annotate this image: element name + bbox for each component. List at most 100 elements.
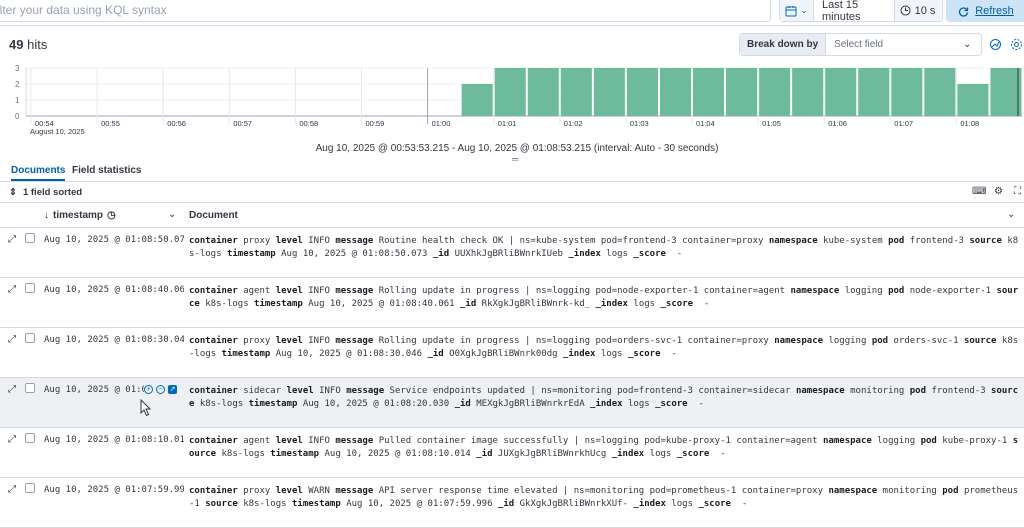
- x-tick-label: 00:59: [366, 119, 385, 128]
- field-key-container: container: [189, 236, 238, 246]
- table-row[interactable]: ⤢ Aug 10, 2025 @ 01:08:40.061 container …: [0, 278, 1024, 328]
- tab-field-statistics[interactable]: Field statistics: [72, 165, 141, 176]
- field-value-message: Rolling update in progress | ns=logging …: [378, 286, 786, 296]
- date-picker[interactable]: ⌄ Last 15 minutes 10 s: [779, 0, 943, 23]
- refresh-interval-icon: [900, 5, 911, 16]
- field-value-level: INFO: [308, 286, 330, 296]
- row-checkbox[interactable]: [25, 233, 35, 243]
- table-row[interactable]: ⤢ Aug 10, 2025 @ 01:07:59.996 container …: [0, 478, 1024, 528]
- field-value-id: GkXgkJgBRliBWnrkXUf-: [519, 499, 628, 509]
- expand-icon[interactable]: ⤢: [8, 234, 16, 245]
- query-bar: ilter your data using KQL syntax ⌄ Last …: [0, 0, 1024, 26]
- fullscreen-icon[interactable]: ⛶: [1014, 186, 1021, 197]
- field-value-pod: kube-proxy-1: [942, 436, 1008, 446]
- field-value-level: INFO: [319, 386, 341, 396]
- cell-timestamp[interactable]: Aug 10, 2025 @ 01:08:40.061: [44, 285, 184, 295]
- row-checkbox[interactable]: [25, 283, 35, 293]
- row-checkbox[interactable]: [25, 483, 35, 493]
- table-row[interactable]: ⤢ Aug 10, 2025 @ 01:08 container sidecar…: [0, 378, 1024, 428]
- table-row[interactable]: ⤢ Aug 10, 2025 @ 01:08:10.014 container …: [0, 428, 1024, 478]
- hits-histogram[interactable]: 012300:54 00:55 00:56 00:57 00:58 00:59 01:00 0…: [0, 62, 1024, 142]
- expand-cell-icon[interactable]: ↗: [168, 385, 177, 394]
- row-checkbox[interactable]: [25, 433, 35, 443]
- field-key-container: container: [189, 386, 238, 396]
- chevron-down-icon: ⌄: [963, 39, 972, 50]
- cell-document[interactable]: container agent level INFO message Pulle…: [189, 435, 1019, 461]
- sort-label: 1 field sorted: [22, 187, 83, 198]
- field-key-message: message: [346, 386, 385, 396]
- field-value-ts: Aug 10, 2025 @ 01:08:20.030: [302, 399, 450, 409]
- field-value-namespace: monitoring: [850, 386, 905, 396]
- row-checkbox[interactable]: [25, 383, 35, 393]
- cell-timestamp[interactable]: Aug 10, 2025 @ 01:08:10.014: [44, 435, 184, 445]
- refresh-label: Refresh: [975, 5, 1014, 17]
- field-key-level: level: [275, 286, 303, 296]
- chevron-down-icon[interactable]: ⌄: [168, 209, 176, 220]
- x-tick-label: 01:01: [498, 119, 517, 128]
- quick-menu-button[interactable]: ⌄: [780, 0, 814, 21]
- field-key-message: message: [335, 336, 374, 346]
- table-row[interactable]: ⤢ Aug 10, 2025 @ 01:08:30.046 container …: [0, 328, 1024, 378]
- x-tick-label: 00:57: [233, 119, 252, 128]
- field-key-pod: pod: [888, 236, 905, 246]
- expand-icon[interactable]: ⤢: [8, 384, 16, 395]
- auto-refresh-interval[interactable]: 10 s: [894, 0, 940, 21]
- field-value-namespace: kube-system: [823, 236, 883, 246]
- cell-timestamp[interactable]: Aug 10, 2025 @ 01:07:59.996: [44, 485, 184, 495]
- field-value-container: proxy: [243, 486, 271, 496]
- sort-info[interactable]: ⇕ 1 field sorted: [9, 187, 82, 198]
- cell-document[interactable]: container agent level INFO message Rolli…: [189, 285, 1019, 311]
- display-settings-icon[interactable]: ⚙: [994, 186, 1003, 197]
- cell-document[interactable]: container proxy level INFO message Rolli…: [189, 335, 1019, 361]
- field-value-index: logs: [606, 249, 628, 259]
- cell-document[interactable]: container proxy level INFO message Routi…: [189, 235, 1019, 261]
- date-range-label[interactable]: Last 15 minutes: [814, 0, 894, 23]
- field-key-pod: pod: [871, 336, 889, 346]
- filter-out-icon[interactable]: −: [156, 385, 165, 394]
- field-key-score: _score: [633, 249, 666, 259]
- chevron-down-icon[interactable]: ⌄: [1007, 209, 1015, 220]
- x-tick-label: 01:04: [696, 119, 715, 128]
- field-value-pod: frontend-3: [909, 236, 964, 246]
- cell-timestamp[interactable]: Aug 10, 2025 @ 01:08:30.046: [44, 335, 184, 345]
- kql-query-input[interactable]: ilter your data using KQL syntax: [0, 0, 771, 22]
- row-checkbox[interactable]: [25, 333, 35, 343]
- filter-for-icon[interactable]: +: [144, 385, 153, 394]
- expand-icon[interactable]: ⤢: [8, 484, 16, 495]
- field-value-score: -: [676, 249, 683, 259]
- expand-icon[interactable]: ⤢: [8, 284, 16, 295]
- field-key-index: _index: [562, 349, 596, 359]
- field-value-namespace: logging: [844, 286, 883, 296]
- column-header-timestamp[interactable]: ↓ timestamp ◷: [44, 210, 116, 221]
- chart-type-icon[interactable]: [989, 38, 1003, 52]
- field-key-pod: pod: [909, 386, 927, 396]
- histogram-bar: [560, 68, 592, 116]
- field-value-ts: Aug 10, 2025 @ 01:08:40.061: [308, 299, 455, 309]
- gear-icon[interactable]: [1010, 38, 1024, 52]
- table-row[interactable]: ⤢ Aug 10, 2025 @ 01:08:50.073 container …: [0, 228, 1024, 278]
- x-tick-label: 00:58: [299, 119, 318, 128]
- cell-document[interactable]: container sidecar level INFO message Ser…: [189, 385, 1019, 411]
- expand-icon[interactable]: ⤢: [8, 434, 16, 445]
- field-key-timestamp: timestamp: [221, 349, 271, 359]
- histogram-bar: [461, 84, 493, 116]
- expand-icon[interactable]: ⤢: [8, 334, 16, 345]
- breakdown-field-select[interactable]: Select field: [826, 39, 963, 50]
- y-tick-label: 2: [15, 80, 20, 89]
- field-value-wrap: s: [210, 349, 217, 359]
- view-tabs: Documents Field statistics: [0, 162, 1024, 182]
- keyboard-icon[interactable]: ⌨: [972, 186, 986, 197]
- field-key-container: container: [189, 336, 238, 346]
- field-key-timestamp: timestamp: [291, 499, 341, 509]
- refresh-button[interactable]: Refresh: [946, 0, 1024, 22]
- cell-timestamp[interactable]: Aug 10, 2025 @ 01:08:50.073: [44, 235, 184, 245]
- cell-actions: + − ↗: [144, 385, 177, 394]
- tab-documents[interactable]: Documents: [11, 165, 66, 181]
- field-key-namespace: namespace: [768, 236, 818, 246]
- cell-document[interactable]: container proxy level WARN message API s…: [189, 485, 1019, 511]
- field-key-level: level: [275, 436, 303, 446]
- histogram-bar: [593, 68, 625, 116]
- breakdown-selector[interactable]: Break down by Select field ⌄: [739, 33, 982, 56]
- column-label: timestamp: [53, 210, 104, 221]
- field-key-index: _index: [595, 299, 628, 309]
